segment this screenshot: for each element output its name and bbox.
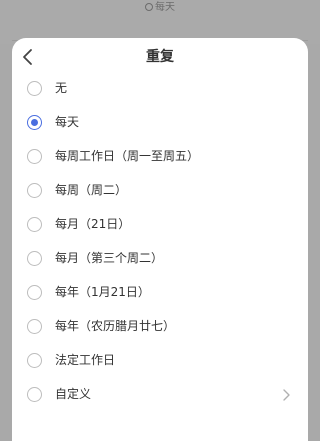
- radio-button[interactable]: [27, 353, 42, 368]
- option-label: 法定工作日: [55, 353, 116, 367]
- option-label: 每年（农历腊月廿七）: [55, 319, 176, 333]
- sheet-header: 重复: [12, 38, 308, 76]
- option-label: 每天: [55, 115, 80, 129]
- radio-button[interactable]: [27, 81, 42, 96]
- repeat-icon: [145, 3, 153, 11]
- option-monthly-weekday[interactable]: 每月（第三个周二）: [12, 242, 308, 276]
- option-monthly-date[interactable]: 每月（21日）: [12, 208, 308, 242]
- repeat-option-list: 无 每天 每周工作日（周一至周五） 每周（周二） 每月（21日） 每月（第三个周…: [12, 72, 308, 412]
- option-label: 每月（21日）: [55, 217, 131, 231]
- radio-button[interactable]: [27, 319, 42, 334]
- repeat-bottom-sheet: 重复 无 每天 每周工作日（周一至周五） 每周（周二） 每月（21日） 每月（第…: [12, 38, 308, 441]
- option-none[interactable]: 无: [12, 72, 308, 106]
- option-legal-workdays[interactable]: 法定工作日: [12, 344, 308, 378]
- option-label: 每年（1月21日）: [55, 285, 150, 299]
- option-label: 每月（第三个周二）: [55, 251, 164, 265]
- option-label: 自定义: [55, 387, 92, 401]
- radio-button-selected[interactable]: [27, 115, 42, 130]
- radio-button[interactable]: [27, 387, 42, 402]
- option-weekdays[interactable]: 每周工作日（周一至周五）: [12, 140, 308, 174]
- radio-button[interactable]: [27, 217, 42, 232]
- backdrop-hint-text: 每天: [155, 2, 175, 13]
- radio-button[interactable]: [27, 149, 42, 164]
- option-custom[interactable]: 自定义: [12, 378, 308, 412]
- option-daily[interactable]: 每天: [12, 106, 308, 140]
- radio-button[interactable]: [27, 285, 42, 300]
- sheet-title: 重复: [146, 49, 174, 65]
- backdrop-repeat-hint: 每天: [0, 2, 320, 14]
- option-yearly[interactable]: 每年（1月21日）: [12, 276, 308, 310]
- option-yearly-lunar[interactable]: 每年（农历腊月廿七）: [12, 310, 308, 344]
- option-label: 每周（周二）: [55, 183, 128, 197]
- radio-button[interactable]: [27, 251, 42, 266]
- option-label: 每周工作日（周一至周五）: [55, 149, 200, 163]
- option-weekly[interactable]: 每周（周二）: [12, 174, 308, 208]
- option-label: 无: [55, 81, 68, 95]
- chevron-right-icon: [283, 389, 290, 401]
- radio-button[interactable]: [27, 183, 42, 198]
